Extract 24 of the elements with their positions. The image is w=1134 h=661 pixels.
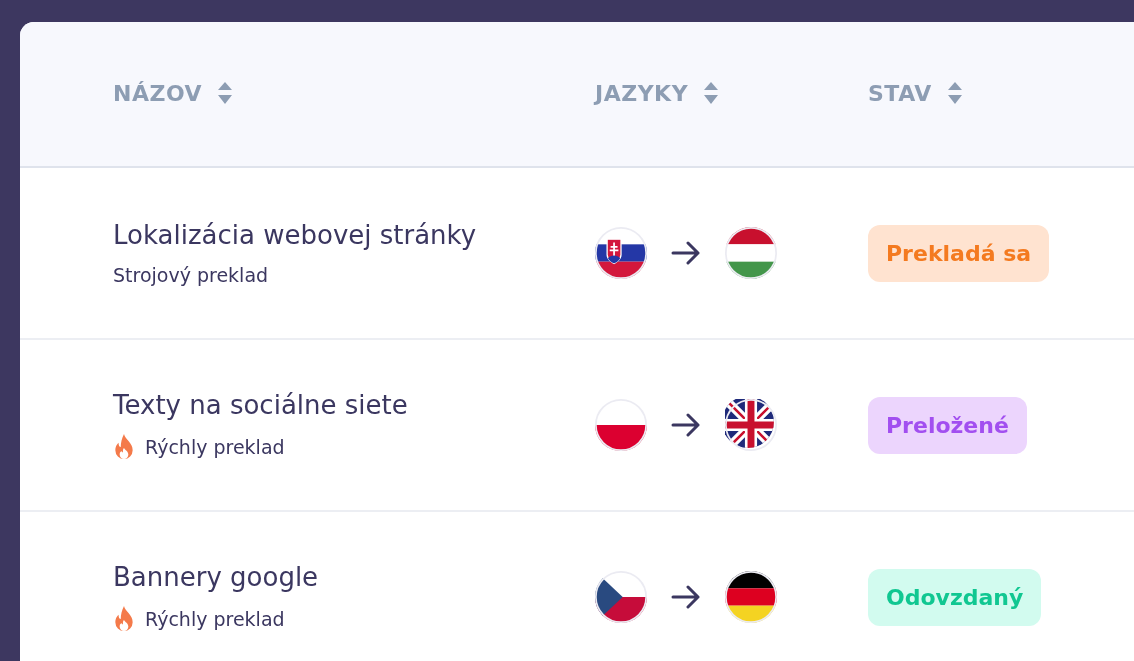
arrow-icon: [671, 585, 701, 609]
flag-icon: [595, 399, 647, 451]
flag-icon: [725, 227, 777, 279]
flag-icon: [595, 571, 647, 623]
flag-icon: [595, 227, 647, 279]
sort-icon[interactable]: [947, 82, 962, 104]
sort-icon[interactable]: [704, 82, 719, 104]
status-badge: Prekladá sa: [868, 224, 1050, 282]
project-title: Lokalizácia webovej stránky: [113, 220, 478, 250]
flag-icon: [725, 399, 777, 451]
translation-type: Rýchly preklad: [145, 608, 285, 630]
column-header[interactable]: NÁZOV: [113, 80, 203, 106]
translation-type: Rýchly preklad: [145, 436, 285, 458]
column-header[interactable]: JAZYKY: [595, 80, 689, 106]
arrow-icon: [671, 241, 701, 265]
column-header[interactable]: STAV: [868, 80, 932, 106]
project-title: Texty na sociálne siete: [113, 390, 409, 420]
status-badge: Preložené: [868, 396, 1027, 454]
project-title: Bannery google: [113, 562, 320, 592]
arrow-icon: [671, 413, 701, 437]
status-badge: Odovzdaný: [868, 568, 1042, 626]
translation-type: Strojový preklad: [113, 264, 269, 286]
flag-icon: [725, 571, 777, 623]
sort-icon[interactable]: [218, 82, 233, 104]
